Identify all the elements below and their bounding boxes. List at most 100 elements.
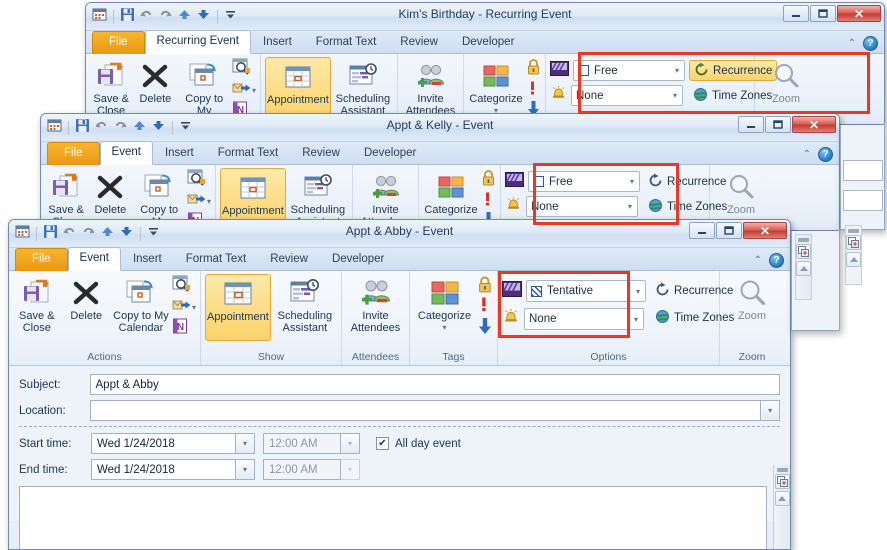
notes-body[interactable] xyxy=(19,486,767,549)
tab-format-text[interactable]: Format Text xyxy=(304,31,389,54)
delete-button[interactable]: Delete xyxy=(134,57,176,105)
tab-developer[interactable]: Developer xyxy=(352,142,428,165)
restore-button[interactable] xyxy=(810,5,836,22)
previous-item-icon[interactable] xyxy=(177,7,192,27)
forward-as-ical-button[interactable] xyxy=(172,275,196,296)
undo-icon[interactable] xyxy=(94,118,109,138)
show-as-combo[interactable]: Free ▾ xyxy=(573,60,685,81)
start-clock-dropdown-button[interactable]: ▾ xyxy=(341,433,360,454)
show-as-combo[interactable]: Tentative ▾ xyxy=(526,280,646,302)
notes-scrollbar[interactable] xyxy=(773,465,790,549)
minimize-button[interactable] xyxy=(689,222,715,239)
start-date-input[interactable]: Wed 1/24/2018 xyxy=(91,433,236,454)
redo-icon[interactable] xyxy=(158,7,173,27)
customize-qat-icon[interactable] xyxy=(179,119,192,137)
end-date-dropdown-button[interactable]: ▾ xyxy=(236,459,255,480)
reminder-combo[interactable]: None ▾ xyxy=(526,196,638,217)
window-appt-abby[interactable]: Appt & Abby - Event ✕ File Event Insert … xyxy=(8,219,791,550)
background-scrollbar-recurring[interactable] xyxy=(845,225,862,285)
categorize-button[interactable]: Categorize ▾ xyxy=(468,57,524,117)
scheduling-assistant-button[interactable]: Scheduling Assistant xyxy=(333,57,393,117)
previous-item-icon[interactable] xyxy=(100,224,115,244)
show-as-dropdown-icon[interactable]: ▾ xyxy=(675,66,682,75)
next-item-icon[interactable] xyxy=(119,224,134,244)
close-button[interactable]: ✕ xyxy=(743,222,787,239)
background-combo-recurring-2[interactable] xyxy=(843,190,883,211)
close-button[interactable]: ✕ xyxy=(837,5,881,22)
tab-event[interactable]: Event xyxy=(99,141,153,165)
ribbon-tabs-kelly[interactable]: File Event Insert Format Text Review Dev… xyxy=(41,141,839,165)
select-browse-object-icon[interactable] xyxy=(774,474,790,489)
minimize-ribbon-icon[interactable]: ⌃ xyxy=(848,38,856,49)
tab-developer[interactable]: Developer xyxy=(450,31,526,54)
private-button[interactable] xyxy=(481,170,496,190)
private-button[interactable] xyxy=(526,59,541,79)
undo-icon[interactable] xyxy=(139,7,154,27)
tab-insert[interactable]: Insert xyxy=(153,142,206,165)
customize-qat-icon[interactable] xyxy=(224,8,237,26)
tabstrip-right-controls[interactable]: ⌃ ? xyxy=(754,253,784,268)
window-buttons[interactable]: ✕ xyxy=(689,222,787,239)
tab-developer[interactable]: Developer xyxy=(320,248,396,271)
location-dropdown-button[interactable]: ▾ xyxy=(761,400,780,421)
calendar-icon[interactable] xyxy=(92,7,107,27)
tab-review[interactable]: Review xyxy=(388,31,450,54)
location-input[interactable] xyxy=(89,400,762,421)
minimize-button[interactable] xyxy=(783,5,809,22)
onenote-button[interactable]: N xyxy=(172,318,196,338)
save-icon[interactable] xyxy=(75,118,90,138)
previous-item-icon[interactable] xyxy=(132,118,147,138)
previous-page-button[interactable] xyxy=(774,491,790,506)
select-browse-object-icon[interactable] xyxy=(796,244,811,259)
save-and-close-button[interactable]: Save & Close xyxy=(13,274,61,334)
high-importance-button[interactable] xyxy=(477,297,493,317)
forward-dropdown-icon[interactable]: ▾ xyxy=(192,303,196,312)
tab-file[interactable]: File xyxy=(47,142,100,165)
show-as-dropdown-icon[interactable]: ▾ xyxy=(630,177,637,186)
help-icon[interactable]: ? xyxy=(769,253,784,268)
zoom-button[interactable]: Zoom xyxy=(759,57,813,105)
subject-input[interactable]: Appt & Abby xyxy=(89,374,780,395)
previous-page-button[interactable] xyxy=(796,261,811,276)
minimize-ribbon-icon[interactable]: ⌃ xyxy=(754,255,762,266)
start-date-dropdown-button[interactable]: ▾ xyxy=(236,433,255,454)
show-as-dropdown-icon[interactable]: ▾ xyxy=(636,287,643,296)
titlebar-appt-kelly[interactable]: Appt & Kelly - Event ✕ xyxy=(41,114,839,142)
window-appt-kelly[interactable]: Appt & Kelly - Event ✕ File Event Insert… xyxy=(40,113,840,231)
tab-recurring-event[interactable]: Recurring Event xyxy=(144,30,251,54)
appointment-button[interactable]: Appointment xyxy=(265,57,331,121)
categorize-button[interactable]: Categorize ▾ xyxy=(414,274,475,334)
ribbon-tabs-abby[interactable]: File Event Insert Format Text Review Dev… xyxy=(9,247,790,271)
redo-icon[interactable] xyxy=(81,224,96,244)
high-importance-button[interactable] xyxy=(481,191,496,211)
reminder-combo[interactable]: None ▾ xyxy=(571,85,683,106)
calendar-icon[interactable] xyxy=(15,224,30,244)
delete-button[interactable]: Delete xyxy=(89,168,131,216)
next-item-icon[interactable] xyxy=(151,118,166,138)
select-browse-object-icon[interactable] xyxy=(846,235,861,250)
reminder-dropdown-icon[interactable]: ▾ xyxy=(634,315,641,324)
forward-dropdown-icon[interactable]: ▾ xyxy=(207,197,211,206)
background-combo-recurring[interactable] xyxy=(843,160,883,181)
low-importance-button[interactable] xyxy=(477,317,493,338)
save-and-close-button[interactable]: Save & Close xyxy=(90,57,132,117)
categorize-dropdown-icon[interactable]: ▾ xyxy=(442,322,446,334)
tab-review[interactable]: Review xyxy=(258,248,320,271)
end-date-input[interactable]: Wed 1/24/2018 xyxy=(91,459,236,480)
delete-button[interactable]: Delete xyxy=(63,274,111,322)
titlebar-appt-abby[interactable]: Appt & Abby - Event ✕ xyxy=(9,220,790,248)
window-buttons[interactable]: ✕ xyxy=(783,5,881,22)
tabstrip-right-controls[interactable]: ⌃ ? xyxy=(848,36,878,51)
redo-icon[interactable] xyxy=(113,118,128,138)
titlebar-recurring-event[interactable]: Kim's Birthday - Recurring Event ✕ xyxy=(86,3,884,31)
tabstrip-right-controls[interactable]: ⌃ ? xyxy=(803,147,833,162)
save-icon[interactable] xyxy=(120,7,135,27)
tab-file[interactable]: File xyxy=(92,31,145,54)
high-importance-button[interactable] xyxy=(526,80,541,100)
forward-as-ical-button[interactable] xyxy=(187,169,211,190)
tab-event[interactable]: Event xyxy=(67,247,121,271)
background-scrollbar-kelly[interactable] xyxy=(795,234,812,300)
restore-button[interactable] xyxy=(765,116,791,133)
quick-access-toolbar-kelly[interactable] xyxy=(47,118,192,138)
quick-access-toolbar-abby[interactable] xyxy=(15,224,160,244)
